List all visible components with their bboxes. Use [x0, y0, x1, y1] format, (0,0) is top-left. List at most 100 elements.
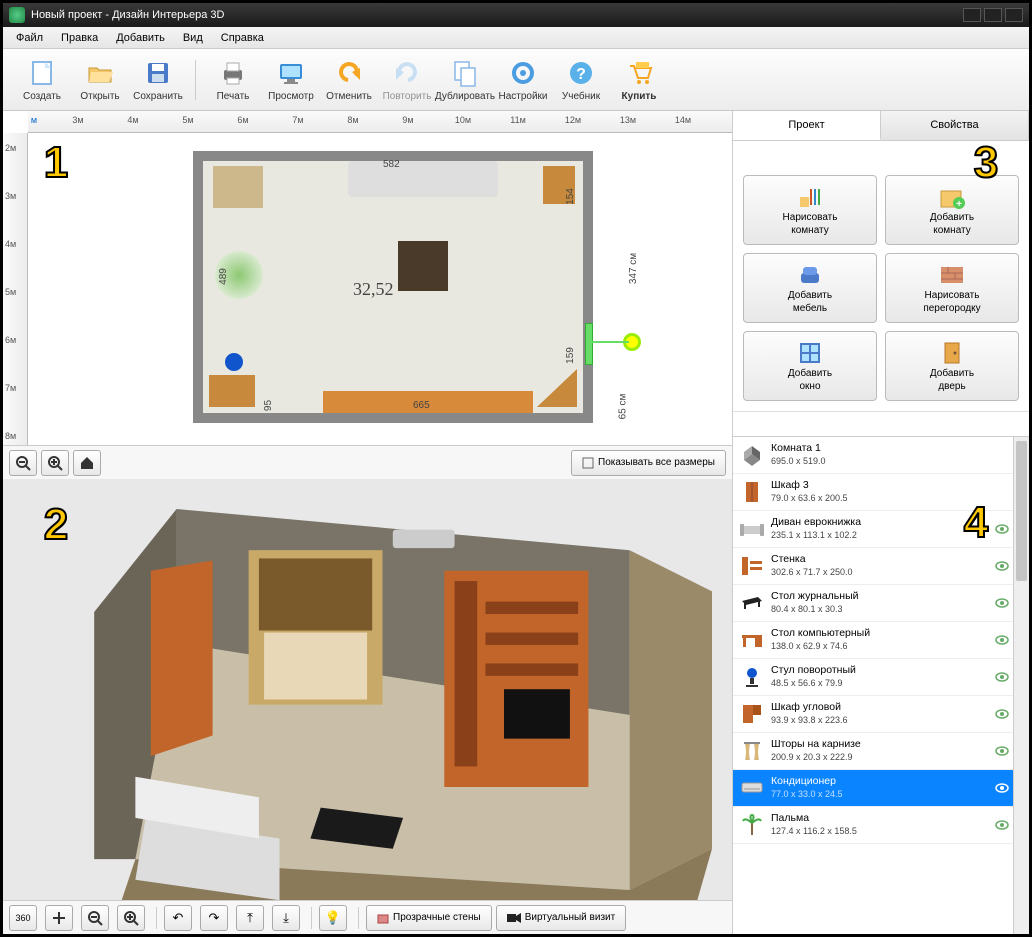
scene-item[interactable]: Шторы на карнизе200.9 x 20.3 x 222.9	[733, 733, 1029, 770]
furniture-chair[interactable]	[225, 353, 243, 371]
toolbar-label: Купить	[622, 91, 657, 102]
ruler-tick: 11м	[508, 115, 528, 125]
show-all-dims-label: Показывать все размеры	[598, 457, 715, 468]
ruler-tick: 3м	[68, 115, 88, 125]
toolbar-preview-button[interactable]: Просмотр	[262, 58, 320, 102]
virtual-visit-label: Виртуальный визит	[525, 912, 616, 923]
home-button[interactable]	[73, 450, 101, 476]
pan-button[interactable]	[45, 905, 73, 931]
minimize-button[interactable]	[963, 8, 981, 22]
action-add-door-button[interactable]: Добавитьдверь	[885, 331, 1019, 401]
menu-file[interactable]: Файл	[7, 29, 52, 47]
furniture-desk[interactable]	[209, 375, 255, 407]
scene-item[interactable]: Стол компьютерный138.0 x 62.9 x 74.6	[733, 622, 1029, 659]
action-label: окно	[799, 381, 820, 392]
toolbar-label: Просмотр	[268, 91, 314, 102]
scrollbar[interactable]	[1013, 437, 1029, 934]
toolbar-undo-button[interactable]: Отменить	[320, 58, 378, 102]
action-add-window-button[interactable]: Добавитьокно	[743, 331, 877, 401]
scene-item-name: Стол компьютерный	[771, 627, 989, 641]
toolbar-redo-button[interactable]: Повторить	[378, 58, 436, 102]
maximize-button[interactable]	[984, 8, 1002, 22]
toolbar-copy-button[interactable]: Дублировать	[436, 58, 494, 102]
3d-scene	[53, 509, 712, 921]
toolbar-cart-button[interactable]: Купить	[610, 58, 668, 102]
selected-handle[interactable]	[585, 323, 593, 365]
visibility-eye-icon[interactable]	[995, 561, 1009, 571]
action-add-furniture-button[interactable]: Добавитьмебель	[743, 253, 877, 323]
room-outline[interactable]: 32,52 582 489 95 665 154 159	[193, 151, 593, 423]
furniture-wardrobe[interactable]	[213, 166, 263, 208]
visibility-eye-icon[interactable]	[995, 783, 1009, 793]
ruler-tick: 2м	[5, 143, 16, 153]
action-label: Добавить	[788, 290, 832, 301]
menu-view[interactable]: Вид	[174, 29, 212, 47]
rotate-right-button[interactable]: ↷	[200, 905, 228, 931]
tab-project[interactable]: Проект	[733, 111, 881, 140]
ruler-tick: 7м	[288, 115, 308, 125]
dim-left: 489	[218, 268, 229, 285]
zoom-in-button[interactable]	[41, 450, 69, 476]
toolbar-gear-button[interactable]: Настройки	[494, 58, 552, 102]
toolbar-open-button[interactable]: Открыть	[71, 58, 129, 102]
show-all-dims-button[interactable]: Показывать все размеры	[571, 450, 726, 476]
menu-edit[interactable]: Правка	[52, 29, 107, 47]
action-label: Нарисовать	[925, 290, 980, 301]
tilt-down-button[interactable]: ⤓	[272, 905, 300, 931]
furniture-sofa-top[interactable]	[348, 161, 498, 197]
desk-icon	[739, 627, 765, 653]
tilt-up-button[interactable]: ⤒	[236, 905, 264, 931]
toolbar-label: Отменить	[326, 91, 372, 102]
3d-view[interactable]: 360 ↶ ↷ ⤒ ⤓ 💡 Прозрачные стены	[3, 479, 732, 934]
furniture-table[interactable]	[398, 241, 448, 291]
scene-item-name: Стол журнальный	[771, 590, 989, 604]
menu-help[interactable]: Справка	[212, 29, 273, 47]
virtual-visit-button[interactable]: Виртуальный визит	[496, 905, 627, 931]
scrollbar-thumb[interactable]	[1016, 441, 1027, 581]
toolbar-label: Повторить	[383, 91, 432, 102]
close-button[interactable]	[1005, 8, 1023, 22]
action-label: комнату	[933, 225, 970, 236]
plan-view[interactable]: м 3м4м5м6м7м8м9м10м11м12м13м14м 2м3м4м5м…	[3, 111, 732, 479]
scene-item[interactable]: Комната 1695.0 x 519.0	[733, 437, 1029, 474]
transparent-walls-button[interactable]: Прозрачные стены	[366, 905, 492, 931]
scene-item[interactable]: Пальма127.4 x 116.2 x 158.5	[733, 807, 1029, 844]
visibility-eye-icon[interactable]	[995, 672, 1009, 682]
action-draw-wall-button[interactable]: Нарисоватьперегородку	[885, 253, 1019, 323]
toolbar-label: Настройки	[498, 91, 547, 102]
side-tabs: Проект Свойства	[733, 111, 1029, 141]
visibility-eye-icon[interactable]	[995, 746, 1009, 756]
visibility-eye-icon[interactable]	[995, 635, 1009, 645]
zoom-out-button[interactable]	[9, 450, 37, 476]
unit-icon	[739, 553, 765, 579]
scene-item-name: Стенка	[771, 553, 989, 567]
toolbar-save-button[interactable]: Сохранить	[129, 58, 187, 102]
scene-item[interactable]: Шкаф угловой93.9 x 93.8 x 223.6	[733, 696, 1029, 733]
3d-zoom-in-button[interactable]	[117, 905, 145, 931]
scene-item[interactable]: Кондиционер77.0 x 33.0 x 24.5	[733, 770, 1029, 807]
tab-properties[interactable]: Свойства	[881, 111, 1029, 140]
toolbar-print-button[interactable]: Печать	[204, 58, 262, 102]
scene-item[interactable]: Стол журнальный80.4 x 80.1 x 30.3	[733, 585, 1029, 622]
furniture-corner-wardrobe[interactable]	[537, 369, 577, 407]
visibility-eye-icon[interactable]	[995, 820, 1009, 830]
scene-item[interactable]: Стул поворотный48.5 x 56.6 x 79.9	[733, 659, 1029, 696]
toolbar-new-button[interactable]: Создать	[13, 58, 71, 102]
menu-add[interactable]: Добавить	[107, 29, 174, 47]
svg-text:+: +	[956, 199, 962, 209]
preview-icon	[276, 58, 306, 88]
light-button[interactable]: 💡	[319, 905, 347, 931]
ruler-tick: 6м	[233, 115, 253, 125]
rotate-left-button[interactable]: ↶	[164, 905, 192, 931]
ruler-tick: 12м	[563, 115, 583, 125]
room-icon	[739, 442, 765, 468]
dim-right-outer: 347 см	[628, 253, 639, 284]
action-draw-room-button[interactable]: Нарисоватькомнату	[743, 175, 877, 245]
toolbar-help-button[interactable]: ?Учебник	[552, 58, 610, 102]
3d-zoom-out-button[interactable]	[81, 905, 109, 931]
scene-item-name: Стул поворотный	[771, 664, 989, 678]
visibility-eye-icon[interactable]	[995, 598, 1009, 608]
visibility-eye-icon[interactable]	[995, 709, 1009, 719]
rotate-360-button[interactable]: 360	[9, 905, 37, 931]
ruler-tick: 5м	[5, 287, 16, 297]
